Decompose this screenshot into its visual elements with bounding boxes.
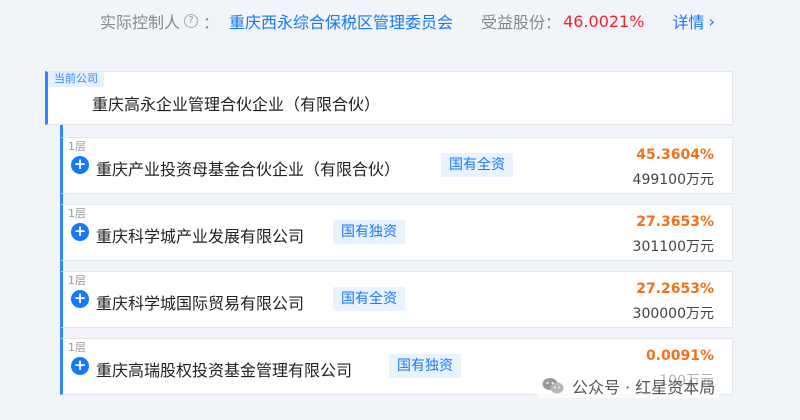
current-company-card: 当前公司 重庆高永企业管理合伙企业（有限合伙）	[45, 71, 733, 125]
holder-level: 1层	[68, 274, 86, 287]
wechat-icon	[542, 378, 564, 394]
holder-badge: 国有全资	[333, 287, 405, 311]
holder-badge: 国有独资	[333, 220, 405, 244]
holder-amount: 301100万元	[632, 239, 714, 255]
holder-name[interactable]: 重庆科学城国际贸易有限公司	[96, 290, 304, 314]
expand-plus-icon[interactable]: +	[71, 156, 89, 174]
holder-name[interactable]: 重庆产业投资母基金合伙企业（有限合伙）	[96, 156, 400, 180]
holder-level: 1层	[68, 341, 86, 354]
controller-bar: 实际控制人 ? ： 重庆西永综合保税区管理委员会 受益股份： 46.0021% …	[0, 0, 800, 42]
holder-percent: 27.3653%	[636, 214, 714, 230]
watermark-text: 公众号 · 红星资本局	[572, 378, 716, 397]
holder-amount: 300000万元	[632, 306, 714, 322]
benefit-label: 受益股份：	[481, 13, 562, 32]
holder-name[interactable]: 重庆科学城产业发展有限公司	[96, 223, 304, 247]
controller-name-link[interactable]: 重庆西永综合保税区管理委员会	[229, 9, 453, 33]
detail-link[interactable]: 详情	[672, 9, 704, 33]
holder-badge: 国有独资	[389, 354, 461, 378]
chevron-right-icon[interactable]: ›	[708, 12, 714, 31]
current-company-tag: 当前公司	[48, 72, 104, 87]
holder-row[interactable]: 1层 + 重庆科学城产业发展有限公司 国有独资 27.3653% 301100万…	[60, 204, 733, 261]
holder-row[interactable]: 1层 + 重庆产业投资母基金合伙企业（有限合伙） 国有全资 45.3604% 4…	[60, 137, 733, 194]
holder-amount: 499100万元	[632, 172, 714, 188]
help-icon[interactable]: ?	[184, 14, 199, 28]
holder-level: 1层	[68, 140, 86, 153]
holder-percent: 45.3604%	[636, 147, 714, 163]
watermark: 公众号 · 红星资本局	[538, 374, 720, 398]
expand-plus-icon[interactable]: +	[71, 290, 89, 308]
expand-plus-icon[interactable]: +	[71, 357, 89, 375]
holder-percent: 27.2653%	[636, 281, 714, 297]
current-company-name: 重庆高永企业管理合伙企业（有限合伙）	[92, 95, 381, 114]
holder-row[interactable]: 1层 + 重庆科学城国际贸易有限公司 国有全资 27.2653% 300000万…	[60, 271, 733, 328]
benefit-ratio: 46.0021%	[563, 11, 645, 31]
expand-plus-icon[interactable]: +	[71, 223, 89, 241]
controller-colon: ：	[203, 13, 220, 32]
holder-name[interactable]: 重庆高瑞股权投资基金管理有限公司	[96, 357, 352, 381]
controller-label: 实际控制人	[100, 13, 181, 32]
holder-level: 1层	[68, 207, 86, 220]
holder-percent: 0.0091%	[645, 348, 714, 364]
holder-badge: 国有全资	[441, 153, 513, 177]
